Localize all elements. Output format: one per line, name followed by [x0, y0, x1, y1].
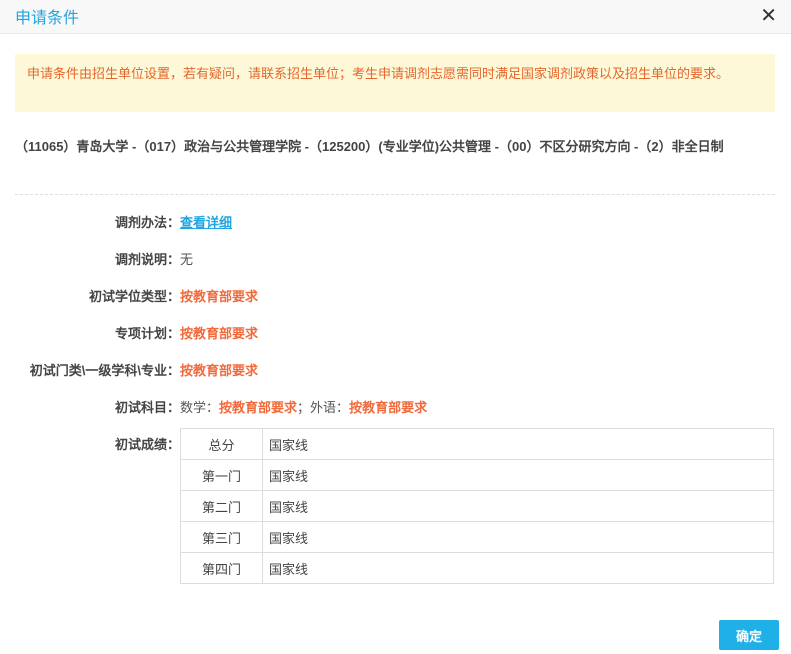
value: 无 [180, 252, 194, 267]
language-value: 按教育部要求 [349, 400, 428, 415]
score-name: 总分 [180, 428, 263, 460]
row-scores: 初试成绩： [0, 435, 180, 455]
table-row: 第三门 国家线 [180, 521, 774, 553]
table-row: 总分 国家线 [180, 428, 774, 460]
row-subjects: 初试科目： 数学： 按教育部要求；外语： 按教育部要求 [0, 398, 427, 418]
label: 初试学位类型： [88, 289, 180, 304]
score-table: 总分 国家线 第一门 国家线 第二门 国家线 第三门 国家线 第四门 国家线 [180, 428, 774, 584]
value: 按教育部要求 [180, 289, 259, 304]
program-title: （11065）青岛大学 -（017）政治与公共管理学院 -（125200）(专业… [15, 139, 724, 154]
row-plan: 专项计划： 按教育部要求 [0, 324, 258, 344]
score-value: 国家线 [262, 521, 774, 553]
table-row: 第一门 国家线 [180, 459, 774, 491]
score-name: 第二门 [180, 490, 263, 522]
language-label: 外语： [310, 400, 350, 415]
table-row: 第二门 国家线 [180, 490, 774, 522]
dialog-title: 申请条件 [15, 10, 80, 27]
score-value: 国家线 [262, 459, 774, 491]
separator: ； [297, 400, 311, 415]
table-row: 第四门 国家线 [180, 552, 774, 584]
label: 初试成绩： [114, 437, 180, 452]
row-major: 初试门类\一级学科\专业： 按教育部要求 [0, 361, 258, 381]
divider [15, 194, 775, 195]
label: 调剂说明： [114, 252, 180, 267]
value: 按教育部要求 [180, 363, 259, 378]
score-name: 第四门 [180, 552, 263, 584]
score-value: 国家线 [262, 428, 774, 460]
row-degree: 初试学位类型： 按教育部要求 [0, 287, 258, 307]
score-value: 国家线 [262, 490, 774, 522]
label: 初试科目： [114, 400, 180, 415]
value: 按教育部要求 [180, 326, 259, 341]
view-details-link[interactable]: 查看详细 [180, 213, 232, 233]
confirm-button[interactable]: 确定 [719, 620, 779, 650]
score-value: 国家线 [262, 552, 774, 584]
row-method: 调剂办法： 查看详细 [0, 213, 232, 233]
math-value: 按教育部要求 [219, 400, 298, 415]
math-label: 数学： [180, 400, 220, 415]
close-icon[interactable]: ✕ [760, 3, 777, 28]
label: 专项计划： [114, 326, 180, 341]
row-desc: 调剂说明：无 [0, 250, 193, 270]
score-name: 第一门 [180, 459, 263, 491]
label: 初试门类\一级学科\专业： [29, 363, 180, 378]
label: 调剂办法： [114, 215, 180, 230]
dialog-header: 申请条件 ✕ [0, 0, 791, 34]
score-name: 第三门 [180, 521, 263, 553]
notice-banner: 申请条件由招生单位设置，若有疑问，请联系招生单位；考生申请调剂志愿需同时满足国家… [15, 54, 775, 112]
